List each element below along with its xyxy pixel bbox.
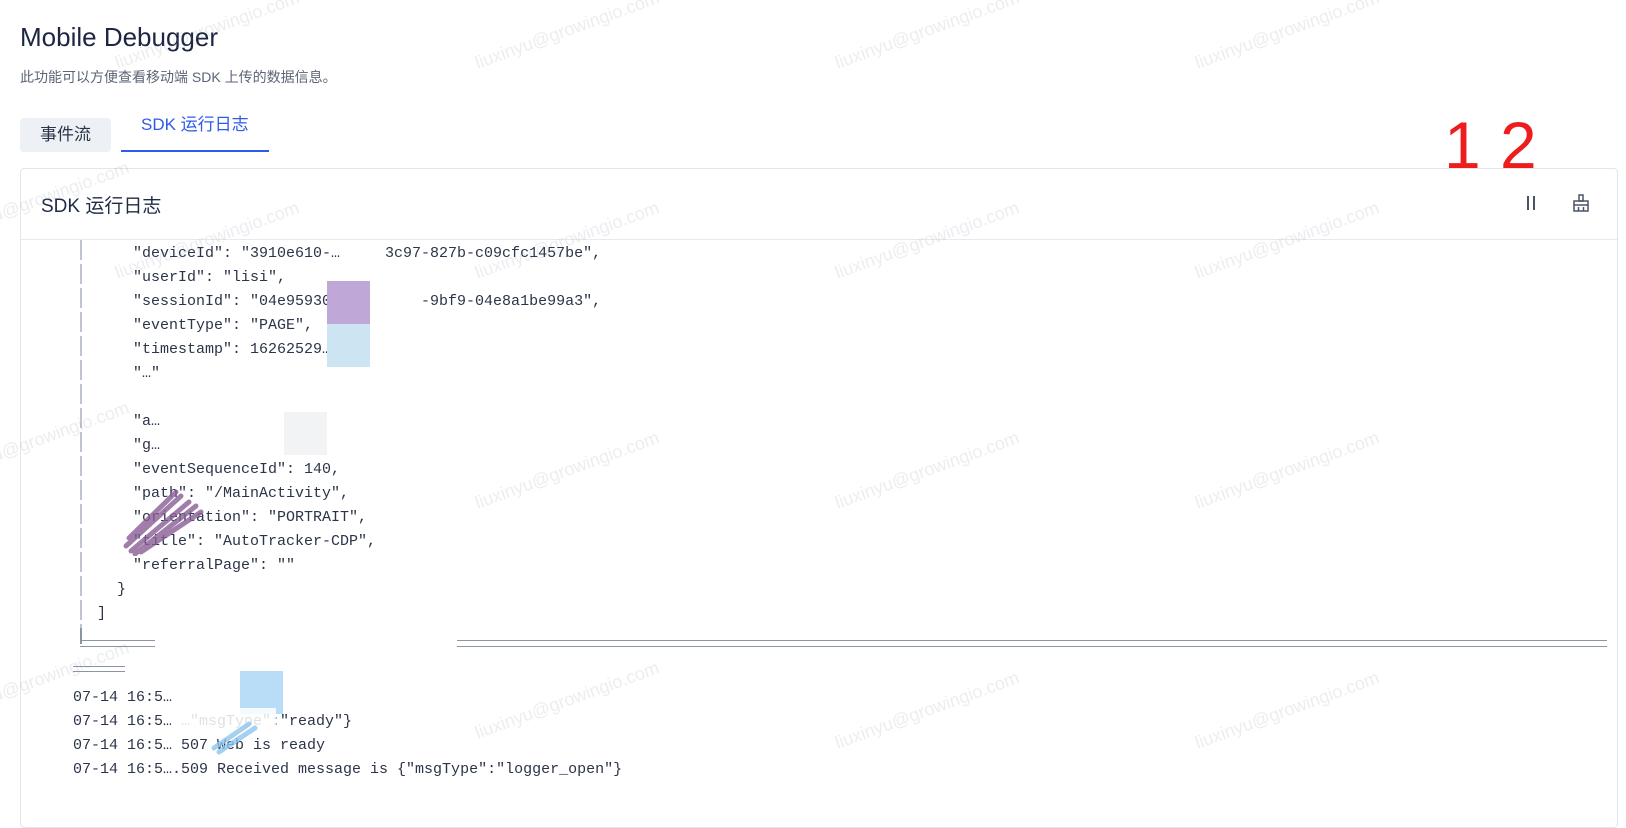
log-json-line: } [117,581,127,598]
log-json-line: "g… [133,437,161,454]
log-json-line: "userId": "lisi", [133,269,287,286]
log-output[interactable]: "deviceId": "3910e610-… 3c97-827b-c09cfc… [21,240,1617,827]
log-json-line: "deviceId": "3910e610-… 3c97-827b-c09cfc… [133,245,602,262]
watermark-text: liuxinyu@growingio.com [472,0,662,73]
redaction-block [284,412,327,455]
log-json-line: ] [97,605,107,622]
json-block-guide [80,240,82,636]
clear-broom-icon [1571,193,1591,218]
panel-header: SDK 运行日志 [21,169,1617,240]
watermark-text: liuxinyu@growingio.com [1192,0,1382,73]
log-json-line: "timestamp": 16262529… [133,341,332,358]
redaction-block [327,324,370,367]
log-json-line: "a… [133,413,161,430]
log-line: 07-14 16:5… [73,689,173,706]
tab-bar: 事件流 SDK 运行日志 [20,112,269,152]
sdk-log-panel: SDK 运行日志 "deviceId": "3910e610-… 3c97-82… [20,168,1618,828]
redaction-scribble [123,489,204,556]
panel-title: SDK 运行日志 [41,196,162,217]
tab-sdk-logs[interactable]: SDK 运行日志 [121,112,269,152]
redaction-scribble [211,721,258,755]
log-json-line: "referralPage": "" [133,557,296,574]
page-description: 此功能可以方便查看移动端 SDK 上传的数据信息。 [20,69,337,85]
pause-icon [1524,194,1538,217]
watermark-text: liuxinyu@growingio.com [832,0,1022,73]
log-line: 07-14 16:5… 507 Web is ready [73,737,326,754]
pause-button[interactable] [1517,191,1545,219]
log-separator-wrap [73,666,125,672]
redaction-block [327,281,370,324]
log-json-line: "eventType": "PAGE", [133,317,314,334]
redaction-block [161,402,286,462]
log-json-line: "…" [133,365,161,382]
clear-button[interactable] [1567,191,1595,219]
redaction-block [155,634,457,660]
log-line: 07-14 16:5….509 Received message is {"ms… [73,761,623,778]
page-title: Mobile Debugger [20,22,219,52]
tab-event-stream[interactable]: 事件流 [20,118,111,152]
